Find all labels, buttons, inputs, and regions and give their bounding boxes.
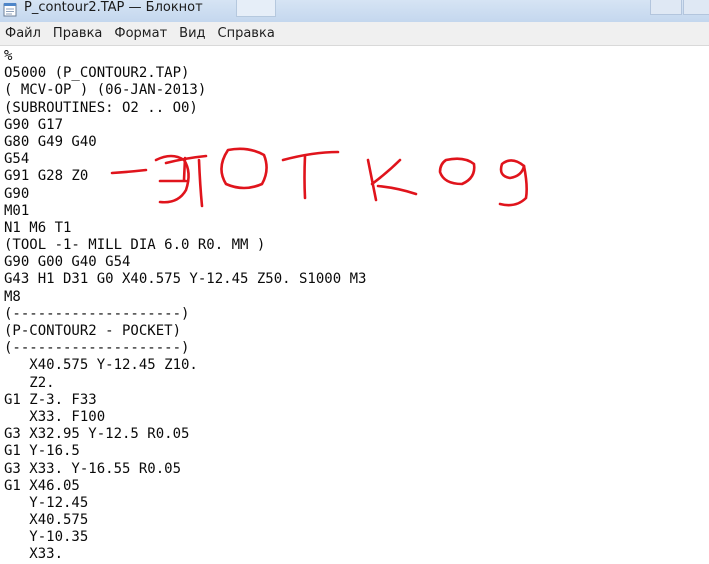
- menu-view[interactable]: Вид: [173, 22, 211, 45]
- code-line: G3 X33. Y-16.55 R0.05: [4, 460, 182, 477]
- minimize-button[interactable]: [650, 0, 682, 15]
- code-line: G54: [4, 151, 30, 168]
- menu-edit[interactable]: Правка: [47, 22, 108, 45]
- code-line: (P-CONTOUR2 - POCKET): [4, 323, 182, 339]
- titlebar-decoration: [236, 0, 276, 17]
- code-line: %: [4, 48, 13, 64]
- code-line: (SUBROUTINES: O2 .. O0): [4, 99, 198, 116]
- code-line: (TOOL -1- MILL DIA 6.0 R0. MM ): [4, 237, 266, 254]
- code-line: G1 Y-16.5: [4, 443, 80, 460]
- code-line: G3 X32.95 Y-12.5 R0.05: [4, 426, 190, 443]
- code-line: G91 G28 Z0: [4, 168, 89, 185]
- code-line: M01: [4, 202, 30, 219]
- code-line: (--------------------): [4, 340, 190, 357]
- code-line: (--------------------): [4, 305, 190, 322]
- code-line: N1 M6 T1: [4, 219, 72, 236]
- notepad-icon: [3, 3, 17, 17]
- code-line: X40.575 Y-12.45 Z10.: [4, 357, 198, 374]
- code-line: Z2.: [4, 374, 55, 391]
- code-line: O5000 (P_CONTOUR2.TAP): [4, 65, 190, 82]
- menu-format[interactable]: Формат: [108, 22, 173, 45]
- window-title: P_contour2.TAP — Блокнот: [24, 0, 203, 15]
- maximize-button[interactable]: [683, 0, 709, 15]
- code-line: G90 G17: [4, 116, 64, 133]
- code-line: Y-12.45: [4, 494, 89, 511]
- code-line: X33.: [4, 546, 64, 563]
- code-line: G1 Z-3. F33: [4, 391, 97, 408]
- code-line: G90: [4, 185, 30, 202]
- code-line: X40.575: [4, 512, 89, 529]
- window-titlebar[interactable]: P_contour2.TAP — Блокнот: [0, 0, 709, 23]
- document-text: % O5000 (P_CONTOUR2.TAP)( MCV-OP ) (06-JA…: [4, 48, 366, 564]
- code-line: G80 G49 G40: [4, 133, 97, 150]
- menu-file[interactable]: Файл: [0, 22, 47, 45]
- code-line: Y-10.35: [4, 529, 89, 546]
- text-editor[interactable]: % O5000 (P_CONTOUR2.TAP)( MCV-OP ) (06-JA…: [0, 46, 709, 564]
- menu-bar: Файл Правка Формат Вид Справка: [0, 22, 709, 46]
- code-line: G43 H1 D31 G0 X40.575 Y-12.45 Z50. S1000…: [4, 271, 367, 288]
- code-line: G90 G00 G40 G54: [4, 254, 131, 271]
- code-line: ( MCV-OP ) (06-JAN-2013): [4, 82, 207, 99]
- code-line: X33. F100: [4, 408, 106, 425]
- code-line: G1 X46.05: [4, 477, 80, 494]
- menu-help[interactable]: Справка: [212, 22, 281, 45]
- code-line: M8: [4, 288, 21, 305]
